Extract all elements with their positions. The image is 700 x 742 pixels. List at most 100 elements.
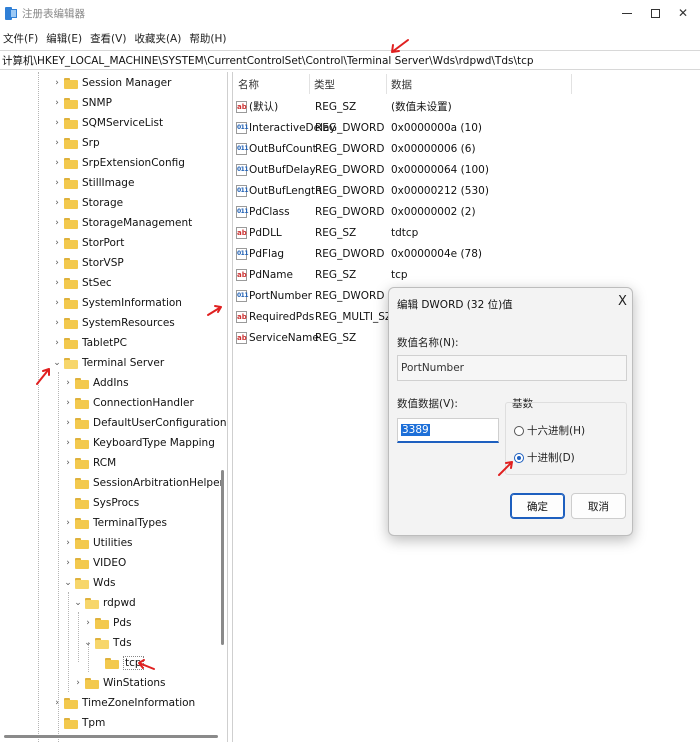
chevron-down-icon[interactable]: ⌄ bbox=[63, 578, 73, 588]
menu-edit[interactable]: 编辑(E) bbox=[43, 31, 85, 46]
column-divider[interactable] bbox=[309, 74, 310, 94]
tree-node[interactable]: › AddIns bbox=[63, 373, 128, 393]
chevron-right-icon[interactable]: › bbox=[63, 458, 73, 468]
chevron-down-icon[interactable]: ⌄ bbox=[73, 598, 83, 608]
chevron-down-icon[interactable]: ⌄ bbox=[83, 638, 93, 648]
folder-icon bbox=[64, 337, 78, 349]
tree-node[interactable]: SysProcs bbox=[63, 493, 139, 513]
tree-node[interactable]: › SQMServiceList bbox=[52, 113, 163, 133]
value-row[interactable]: ab PdName REG_SZ tcp bbox=[233, 264, 700, 285]
tree-node[interactable]: › Utilities bbox=[63, 533, 132, 553]
tree-node[interactable]: › Session Manager bbox=[52, 73, 171, 93]
value-data-field[interactable]: 3389 bbox=[397, 418, 499, 443]
chevron-right-icon[interactable]: › bbox=[52, 318, 62, 328]
chevron-right-icon[interactable]: › bbox=[52, 218, 62, 228]
registry-tree[interactable]: › Session Manager › SNMP › SQMServiceList › Srp… bbox=[0, 72, 228, 742]
tree-node[interactable]: Tpm bbox=[52, 713, 105, 733]
tree-node[interactable]: › StorageManagement bbox=[52, 213, 192, 233]
value-row[interactable]: 011 PdFlag REG_DWORD 0x0000004e (78) bbox=[233, 243, 700, 264]
chevron-right-icon[interactable]: › bbox=[52, 278, 62, 288]
chevron-right-icon[interactable]: › bbox=[52, 98, 62, 108]
tree-node-label: KeyboardType Mapping bbox=[93, 437, 215, 449]
folder-icon bbox=[64, 177, 78, 189]
tree-node[interactable]: SessionArbitrationHelper bbox=[63, 473, 224, 493]
tree-node[interactable]: › SNMP bbox=[52, 93, 112, 113]
chevron-right-icon[interactable]: › bbox=[73, 678, 83, 688]
value-row[interactable]: 011 OutBufLength REG_DWORD 0x00000212 (530) bbox=[233, 180, 700, 201]
tree-node[interactable]: › RCM bbox=[63, 453, 116, 473]
column-divider[interactable] bbox=[571, 74, 572, 94]
chevron-right-icon[interactable]: › bbox=[63, 518, 73, 528]
close-icon: ✕ bbox=[677, 6, 689, 20]
chevron-right-icon[interactable]: › bbox=[52, 138, 62, 148]
chevron-right-icon[interactable]: › bbox=[52, 258, 62, 268]
chevron-right-icon[interactable]: › bbox=[63, 438, 73, 448]
tree-horizontal-scrollbar[interactable] bbox=[4, 735, 218, 738]
chevron-right-icon[interactable]: › bbox=[63, 418, 73, 428]
menu-favorites[interactable]: 收藏夹(A) bbox=[131, 31, 184, 46]
tree-node[interactable]: › SystemResources bbox=[52, 313, 175, 333]
tree-node[interactable]: › Pds bbox=[83, 613, 131, 633]
binary-value-icon: 011 bbox=[236, 163, 249, 176]
tree-node[interactable]: › ConnectionHandler bbox=[63, 393, 194, 413]
tree-node[interactable]: › WinStations bbox=[73, 673, 165, 693]
column-divider[interactable] bbox=[386, 74, 387, 94]
tree-node[interactable]: › VIDEO bbox=[63, 553, 126, 573]
address-bar[interactable]: 计算机\HKEY_LOCAL_MACHINE\SYSTEM\CurrentCon… bbox=[0, 50, 700, 70]
chevron-right-icon[interactable]: › bbox=[52, 78, 62, 88]
radio-hexadecimal[interactable]: 十六进制(H) bbox=[514, 423, 585, 438]
tree-node[interactable]: › TabletPC bbox=[52, 333, 127, 353]
chevron-right-icon[interactable]: › bbox=[52, 198, 62, 208]
folder-icon bbox=[75, 477, 89, 489]
tree-node[interactable]: › StorPort bbox=[52, 233, 124, 253]
tree-node[interactable]: › KeyboardType Mapping bbox=[63, 433, 215, 453]
menu-help[interactable]: 帮助(H) bbox=[186, 31, 229, 46]
value-row[interactable]: 011 InteractiveDelay REG_DWORD 0x0000000a (… bbox=[233, 117, 700, 138]
radio-decimal[interactable]: 十进制(D) bbox=[514, 450, 575, 465]
chevron-right-icon[interactable]: › bbox=[63, 398, 73, 408]
chevron-right-icon[interactable]: › bbox=[63, 378, 73, 388]
chevron-right-icon[interactable]: › bbox=[52, 338, 62, 348]
column-header-name[interactable]: 名称 bbox=[238, 77, 259, 92]
value-row[interactable]: ab (默认) REG_SZ (数值未设置) bbox=[233, 96, 700, 117]
tree-node[interactable]: › Srp bbox=[52, 133, 99, 153]
cancel-button[interactable]: 取消 bbox=[571, 493, 626, 519]
tree-node[interactable]: › TimeZoneInformation bbox=[52, 693, 195, 713]
chevron-right-icon[interactable]: › bbox=[52, 158, 62, 168]
ok-button[interactable]: 确定 bbox=[510, 493, 565, 519]
tree-node[interactable]: ⌄ Terminal Server bbox=[52, 353, 164, 373]
chevron-right-icon[interactable]: › bbox=[52, 298, 62, 308]
tree-node[interactable]: › TerminalTypes bbox=[63, 513, 167, 533]
chevron-right-icon[interactable]: › bbox=[52, 238, 62, 248]
tree-node[interactable]: ⌄ rdpwd bbox=[73, 593, 136, 613]
tree-node[interactable]: › Storage bbox=[52, 193, 123, 213]
value-data: 0x0000000a (10) bbox=[391, 121, 482, 134]
value-row[interactable]: 011 PdClass REG_DWORD 0x00000002 (2) bbox=[233, 201, 700, 222]
tree-node[interactable]: › DefaultUserConfiguration bbox=[63, 413, 226, 433]
column-header-type[interactable]: 类型 bbox=[314, 77, 335, 92]
menu-file[interactable]: 文件(F) bbox=[0, 31, 41, 46]
dialog-close-icon[interactable]: X bbox=[618, 294, 627, 309]
column-header-data[interactable]: 数据 bbox=[391, 77, 412, 92]
value-name-field[interactable]: PortNumber bbox=[397, 355, 627, 381]
value-row[interactable]: 011 OutBufDelay REG_DWORD 0x00000064 (100) bbox=[233, 159, 700, 180]
chevron-right-icon[interactable]: › bbox=[63, 538, 73, 548]
tree-node[interactable]: › StSec bbox=[52, 273, 112, 293]
chevron-right-icon[interactable]: › bbox=[52, 118, 62, 128]
chevron-right-icon[interactable]: › bbox=[63, 558, 73, 568]
chevron-right-icon[interactable]: › bbox=[83, 618, 93, 628]
menu-view[interactable]: 查看(V) bbox=[87, 31, 129, 46]
tree-vertical-scrollbar[interactable] bbox=[221, 470, 224, 645]
chevron-right-icon[interactable]: › bbox=[52, 178, 62, 188]
binary-value-icon: 011 bbox=[236, 247, 249, 260]
tree-node[interactable]: ⌄ Tds bbox=[83, 633, 131, 653]
tree-node[interactable]: › SrpExtensionConfig bbox=[52, 153, 185, 173]
tree-node[interactable]: › SystemInformation bbox=[52, 293, 182, 313]
value-row[interactable]: ab PdDLL REG_SZ tdtcp bbox=[233, 222, 700, 243]
close-button[interactable]: ✕ bbox=[664, 0, 700, 26]
tree-node[interactable]: ⌄ Wds bbox=[63, 573, 115, 593]
chevron-right-icon[interactable]: › bbox=[52, 698, 62, 708]
tree-node[interactable]: › StorVSP bbox=[52, 253, 124, 273]
tree-node[interactable]: › StillImage bbox=[52, 173, 134, 193]
value-row[interactable]: 011 OutBufCount REG_DWORD 0x00000006 (6) bbox=[233, 138, 700, 159]
